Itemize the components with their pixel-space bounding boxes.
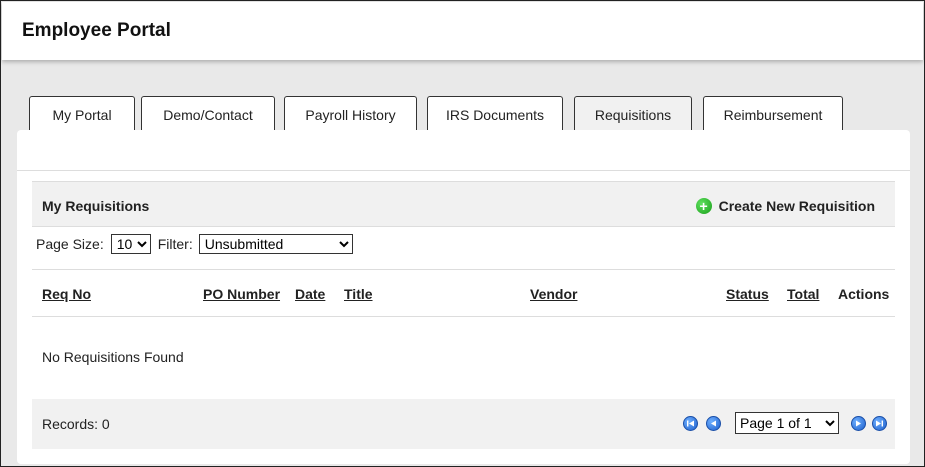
content-panel: My Requisitions + Create New Requisition… (17, 130, 910, 464)
filter-select[interactable]: Unsubmitted (198, 234, 353, 254)
page-size-select[interactable]: 10 (110, 234, 151, 254)
tab-irs-documents[interactable]: IRS Documents (427, 96, 563, 132)
column-req-no[interactable]: Req No (42, 286, 91, 302)
section-title: My Requisitions (42, 198, 150, 214)
tab-payroll-history[interactable]: Payroll History (284, 96, 417, 132)
pager: Page 1 of 1 (683, 412, 887, 434)
empty-state-message: No Requisitions Found (42, 349, 184, 365)
column-po-number[interactable]: PO Number (203, 286, 280, 302)
first-page-icon[interactable] (683, 415, 698, 431)
tab-demo-contact[interactable]: Demo/Contact (141, 96, 275, 132)
column-vendor[interactable]: Vendor (530, 286, 577, 302)
app-header: Employee Portal (2, 2, 923, 60)
last-page-icon[interactable] (872, 415, 887, 431)
table-controls: Page Size: 10 Filter: Unsubmitted (36, 233, 353, 255)
page-size-label: Page Size: (36, 236, 104, 252)
tab-my-portal[interactable]: My Portal (29, 96, 135, 132)
column-title[interactable]: Title (344, 286, 373, 302)
create-requisition-button[interactable]: + Create New Requisition (695, 198, 875, 214)
create-requisition-label: Create New Requisition (718, 198, 875, 214)
section-header: My Requisitions + Create New Requisition (32, 181, 895, 227)
requisitions-section: My Requisitions + Create New Requisition… (32, 181, 895, 451)
tab-reimbursement[interactable]: Reimbursement (703, 96, 843, 132)
table-footer: Records: 0 Page 1 of 1 (32, 399, 895, 449)
previous-page-icon[interactable] (706, 415, 721, 431)
app-window: Employee Portal My Portal Demo/Contact P… (0, 0, 925, 467)
filter-label: Filter: (157, 236, 193, 252)
table-header: Req No PO Number Date Title Vendor Statu… (32, 269, 895, 317)
column-actions: Actions (838, 286, 890, 302)
plus-circle-icon: + (695, 198, 712, 214)
page-title: Employee Portal (22, 20, 171, 41)
column-status[interactable]: Status (726, 286, 769, 302)
page-select[interactable]: Page 1 of 1 (735, 412, 839, 434)
tab-requisitions[interactable]: Requisitions (574, 96, 692, 132)
next-page-icon[interactable] (851, 415, 866, 431)
divider (17, 170, 910, 171)
records-count: Records: 0 (42, 416, 110, 432)
column-total[interactable]: Total (787, 286, 819, 302)
column-date[interactable]: Date (295, 286, 325, 302)
